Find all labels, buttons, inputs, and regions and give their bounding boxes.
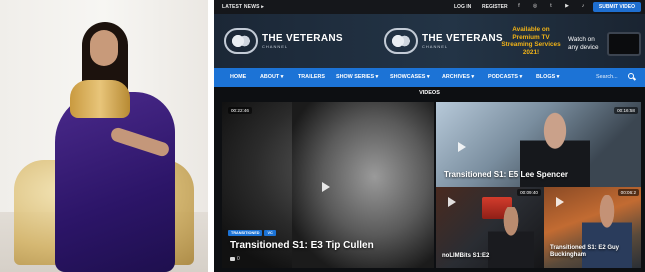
login-link[interactable]: LOG IN — [454, 4, 471, 10]
purple-saree — [55, 92, 175, 272]
top-bar: LATEST NEWS ▸ LOG IN REGISTER f ◎ t ▶ ♪ … — [214, 0, 645, 14]
video-tags: TRANSITIONED VC — [228, 230, 276, 236]
video-title[interactable]: Transitioned S1: E3 Tip Cullen — [230, 240, 374, 251]
video-card[interactable]: 00:09:40 noLIMBits S1:E2 — [436, 187, 544, 268]
logo-subtext: CHANNEL — [262, 44, 289, 49]
play-icon[interactable] — [448, 197, 456, 207]
video-title[interactable]: Transitioned S1: E2 Guy Buckingham — [550, 245, 630, 259]
video-card-featured[interactable]: 00:22:46 TRANSITIONED VC Transitioned S1… — [222, 102, 434, 268]
video-duration: 00:09:40 — [517, 189, 541, 196]
play-icon[interactable] — [458, 142, 466, 152]
banner-logo-subtext: CHANNEL — [422, 44, 449, 49]
premium-streaming-promo: Available on Premium TV Streaming Servic… — [501, 26, 561, 56]
video-duration: 00:16:58 — [614, 107, 638, 114]
video-card[interactable]: 00:06:2 Transitioned S1: E2 Guy Buckingh… — [544, 187, 641, 268]
banner-logo: THE VETERANS CHANNEL — [384, 26, 503, 56]
face — [90, 30, 118, 66]
tablet-device-image — [607, 32, 641, 56]
youtube-icon[interactable]: ▶ — [564, 3, 570, 9]
video-card[interactable]: 00:16:58 Transitioned S1: E5 Lee Spencer — [436, 102, 641, 187]
latest-news-link[interactable]: LATEST NEWS ▸ — [222, 4, 264, 10]
video-title[interactable]: noLIMBits S1:E2 — [442, 253, 489, 259]
search-input[interactable]: Search... — [596, 74, 618, 80]
play-icon[interactable] — [322, 182, 330, 192]
nav-blogs[interactable]: BLOGS ▾ — [536, 74, 559, 80]
play-icon[interactable] — [556, 197, 564, 207]
nav-show-series[interactable]: SHOW SERIES ▾ — [336, 74, 378, 80]
nav-home[interactable]: HOME — [230, 74, 246, 80]
nav-showcases[interactable]: SHOWCASES ▾ — [390, 74, 430, 80]
comment-count: 0 — [230, 256, 240, 262]
tag-vc[interactable]: VC — [264, 230, 276, 236]
logo-text: THE VETERANS — [262, 33, 343, 44]
video-duration: 00:22:46 — [228, 107, 252, 114]
nav-about[interactable]: ABOUT ▾ — [260, 74, 283, 80]
vc-logo-icon — [224, 28, 258, 54]
vc-logo-icon — [384, 28, 418, 54]
main-nav: HOME ABOUT ▾ TRAILERS SHOW SERIES ▾ SHOW… — [214, 68, 645, 87]
search-icon[interactable] — [628, 73, 634, 79]
nav-podcasts[interactable]: PODCASTS ▾ — [488, 74, 522, 80]
instagram-icon[interactable]: ◎ — [532, 3, 538, 9]
website-screen: LATEST NEWS ▸ LOG IN REGISTER f ◎ t ▶ ♪ … — [214, 0, 645, 272]
tag-transitioned[interactable]: TRANSITIONED — [228, 230, 263, 236]
watch-any-device-promo: Watch on any device — [568, 36, 599, 51]
tiktok-icon[interactable]: ♪ — [580, 3, 586, 9]
twitter-icon[interactable]: t — [548, 3, 554, 9]
videos-section-title: VIDEOS — [419, 90, 440, 96]
site-header: THE VETERANS CHANNEL THE VETERANS CHANNEL … — [214, 14, 645, 68]
video-duration: 00:06:2 — [617, 189, 639, 196]
portrait-photo — [0, 0, 208, 272]
site-logo[interactable]: THE VETERANS CHANNEL — [224, 26, 343, 56]
comment-icon — [230, 256, 235, 261]
video-title[interactable]: Transitioned S1: E5 Lee Spencer — [444, 170, 568, 179]
video-thumbnail — [488, 207, 534, 268]
comment-count-value: 0 — [237, 256, 240, 262]
nav-trailers[interactable]: TRAILERS — [298, 74, 325, 80]
gold-blouse — [70, 80, 130, 118]
register-link[interactable]: REGISTER — [482, 4, 508, 10]
banner-logo-text: THE VETERANS — [422, 33, 503, 44]
submit-video-button[interactable]: SUBMIT VIDEO — [592, 2, 641, 12]
nav-archives[interactable]: ARCHIVES ▾ — [442, 74, 474, 80]
facebook-icon[interactable]: f — [516, 3, 522, 9]
